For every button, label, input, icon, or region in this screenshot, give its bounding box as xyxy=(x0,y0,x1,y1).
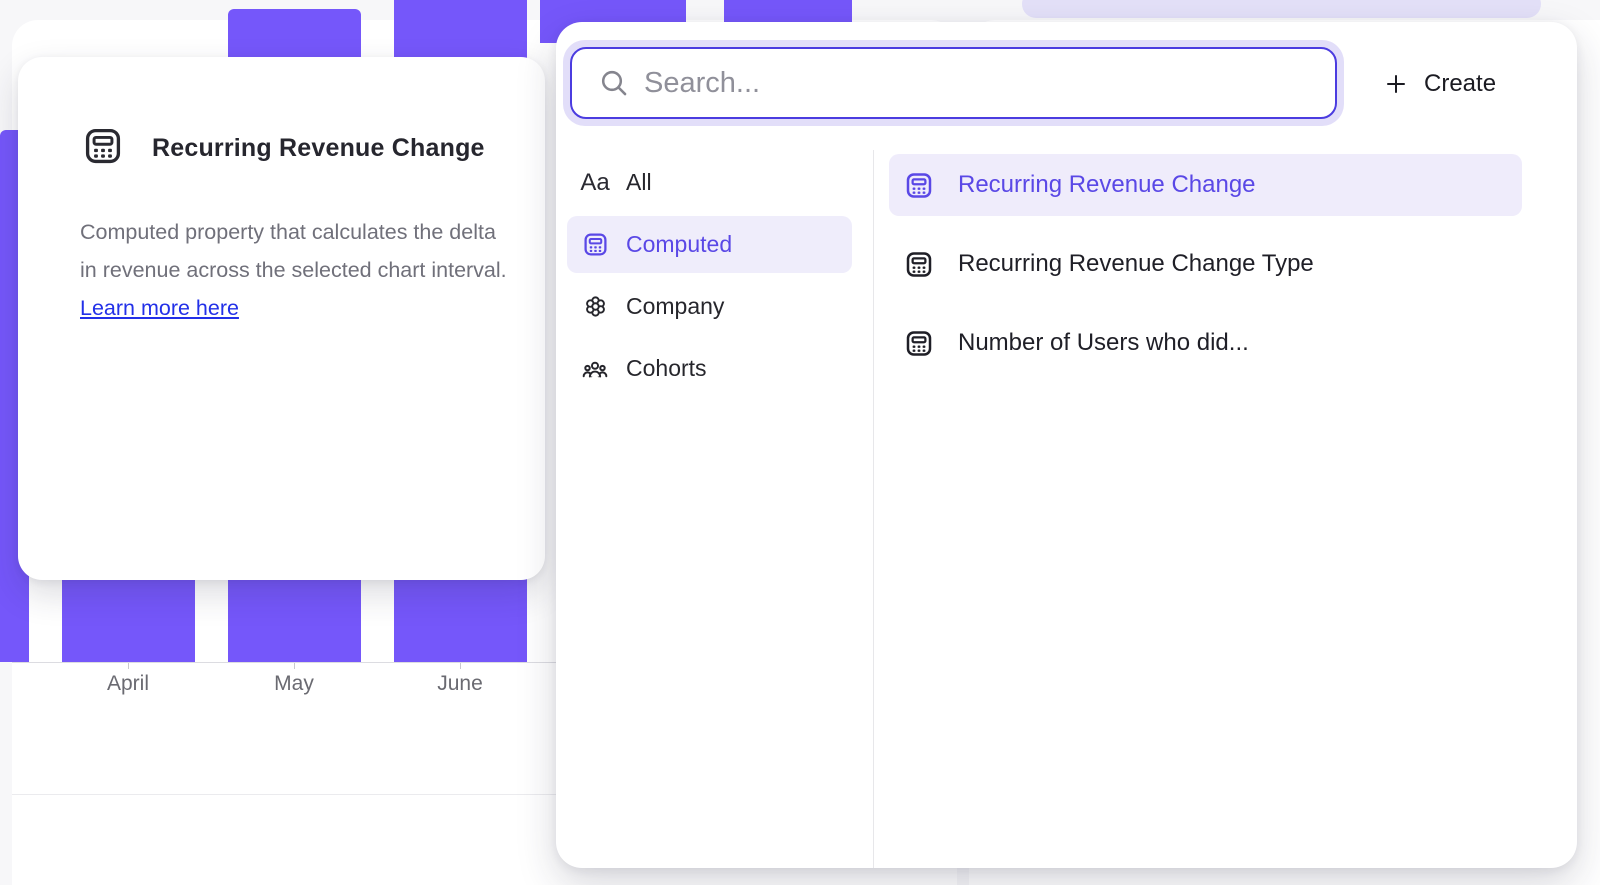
category-item-computed[interactable]: Computed xyxy=(567,216,852,273)
result-label: Number of Users who did... xyxy=(958,329,1249,357)
tooltip-description-text: Computed property that calculates the de… xyxy=(80,220,507,282)
x-axis-label-may: May xyxy=(234,672,354,696)
result-label: Recurring Revenue Change Type xyxy=(958,250,1314,278)
result-item-number-of-users[interactable]: Number of Users who did... xyxy=(889,312,1522,374)
calculator-icon xyxy=(904,249,934,280)
picker-divider xyxy=(873,150,874,868)
axis-tick xyxy=(294,663,295,669)
result-label: Recurring Revenue Change xyxy=(958,171,1256,199)
chart-bar xyxy=(724,0,852,22)
search-icon xyxy=(598,67,630,99)
calculator-icon xyxy=(82,125,124,172)
calculator-icon xyxy=(581,231,609,258)
axis-tick xyxy=(460,663,461,669)
axis-tick xyxy=(128,663,129,669)
x-axis-label-april: April xyxy=(68,672,188,696)
category-label: Company xyxy=(626,293,724,320)
tooltip-header: Recurring Revenue Change xyxy=(82,125,485,172)
tooltip-description: Computed property that calculates the de… xyxy=(80,213,518,327)
cohorts-icon xyxy=(581,355,609,383)
category-item-company[interactable]: Company xyxy=(567,278,852,335)
category-list: Aa All xyxy=(567,154,852,402)
property-picker-dropdown: Create Aa All xyxy=(556,22,1577,868)
learn-more-link[interactable]: Learn more here xyxy=(80,296,239,320)
screen: April May June Recurr xyxy=(0,0,1600,885)
property-tooltip-card: Recurring Revenue Change Computed proper… xyxy=(18,57,545,580)
category-label: All xyxy=(626,169,652,196)
category-label: Computed xyxy=(626,231,732,258)
category-label: Cohorts xyxy=(626,355,707,382)
create-button[interactable]: Create xyxy=(1374,58,1506,110)
background-property-pill xyxy=(1022,0,1541,18)
search-field[interactable] xyxy=(570,47,1337,119)
company-icon xyxy=(581,293,609,320)
result-item-recurring-revenue-change-type[interactable]: Recurring Revenue Change Type xyxy=(889,233,1522,295)
search-input[interactable] xyxy=(644,67,1315,100)
tooltip-title: Recurring Revenue Change xyxy=(152,134,485,163)
create-button-label: Create xyxy=(1424,70,1496,98)
x-axis-label-june: June xyxy=(400,672,520,696)
plus-icon xyxy=(1384,72,1408,96)
category-item-all[interactable]: Aa All xyxy=(567,154,852,211)
results-list: Recurring Revenue Change xyxy=(889,154,1522,391)
text-aa-icon: Aa xyxy=(581,169,609,197)
calculator-icon xyxy=(904,328,934,359)
category-item-cohorts[interactable]: Cohorts xyxy=(567,340,852,397)
calculator-icon xyxy=(904,170,934,201)
result-item-recurring-revenue-change[interactable]: Recurring Revenue Change xyxy=(889,154,1522,216)
